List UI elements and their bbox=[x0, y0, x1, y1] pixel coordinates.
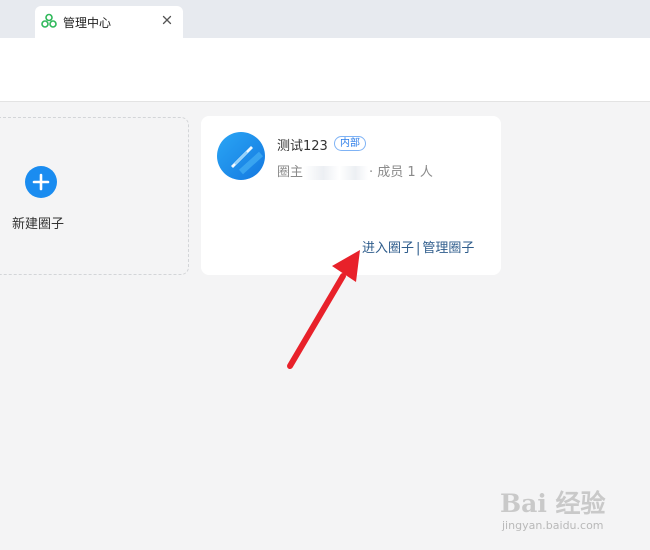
manage-circle-link[interactable]: 管理圈子 bbox=[422, 241, 474, 256]
circle-card: 测试123 内部 圈主 · 成员 1 人 进入圈子 | 管理圈子 bbox=[201, 116, 501, 275]
circles-logo-icon bbox=[41, 13, 57, 29]
member-count: · 成员 1 人 bbox=[369, 165, 433, 180]
watermark-logo: Bai 经验 bbox=[500, 489, 606, 518]
owner-label: 圈主 bbox=[277, 165, 304, 180]
circle-name[interactable]: 测试123 bbox=[277, 135, 328, 154]
watermark: Bai 经验 jingyan.baidu.com bbox=[496, 478, 646, 538]
new-circle-label: 新建圈子 bbox=[12, 217, 65, 232]
page-header bbox=[0, 38, 650, 102]
new-circle-card[interactable]: 新建圈子 bbox=[0, 117, 189, 275]
action-separator: | bbox=[416, 241, 421, 256]
tab-title: 管理中心 bbox=[63, 16, 112, 30]
watermark-url: jingyan.baidu.com bbox=[502, 519, 604, 532]
enter-circle-link[interactable]: 进入圈子 bbox=[362, 241, 414, 256]
circle-meta: 圈主 · 成员 1 人 bbox=[277, 161, 433, 180]
internal-badge: 内部 bbox=[334, 136, 366, 151]
tab-management-center[interactable]: 管理中心 bbox=[35, 6, 183, 38]
plus-icon[interactable] bbox=[25, 166, 57, 198]
tab-bar: 管理中心 bbox=[0, 0, 650, 38]
circle-actions: 进入圈子 | 管理圈子 bbox=[362, 237, 474, 256]
owner-name-redacted bbox=[304, 165, 369, 180]
close-icon[interactable] bbox=[159, 12, 175, 28]
circle-avatar[interactable] bbox=[217, 132, 265, 180]
